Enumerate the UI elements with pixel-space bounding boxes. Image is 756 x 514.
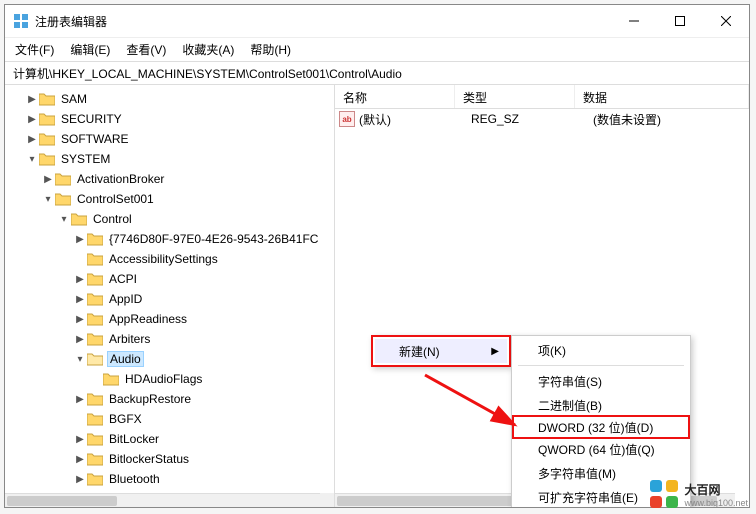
folder-icon: [39, 132, 55, 146]
scrollbar-thumb[interactable]: [7, 496, 117, 506]
menu-edit[interactable]: 编辑(E): [64, 39, 116, 60]
list-header: 名称 类型 数据: [335, 85, 749, 109]
column-header-type[interactable]: 类型: [455, 85, 575, 108]
scrollbar-corner: [320, 493, 334, 507]
address-text: 计算机\HKEY_LOCAL_MACHINE\SYSTEM\ControlSet…: [13, 65, 402, 82]
tree-panel[interactable]: ▶SAM ▶SECURITY ▶SOFTWARE ▾SYSTEM ▶Activa…: [5, 85, 335, 507]
ctx-new[interactable]: 新建(N) ▶: [375, 339, 507, 363]
context-menu-new: 新建(N) ▶: [371, 335, 511, 367]
chevron-right-icon[interactable]: ▶: [25, 134, 39, 145]
chevron-down-icon[interactable]: ▾: [41, 194, 55, 205]
menu-help[interactable]: 帮助(H): [244, 39, 297, 60]
tree-node-bitlockerstatus[interactable]: ▶BitlockerStatus: [5, 449, 334, 469]
ctx-new-string[interactable]: 字符串值(S): [514, 369, 688, 393]
chevron-right-icon[interactable]: ▶: [73, 334, 87, 345]
chevron-right-icon[interactable]: ▶: [41, 174, 55, 185]
folder-icon: [71, 212, 87, 226]
chevron-right-icon[interactable]: ▶: [73, 454, 87, 465]
value-type: REG_SZ: [471, 112, 593, 126]
chevron-down-icon[interactable]: ▾: [57, 214, 71, 225]
ctx-new-binary[interactable]: 二进制值(B): [514, 393, 688, 417]
folder-icon: [87, 472, 103, 486]
tree-node-bitlocker[interactable]: ▶BitLocker: [5, 429, 334, 449]
chevron-right-icon[interactable]: ▶: [73, 294, 87, 305]
tree-node-appid[interactable]: ▶AppID: [5, 289, 334, 309]
tree-node-acpi[interactable]: ▶ACPI: [5, 269, 334, 289]
folder-icon: [87, 232, 103, 246]
column-header-name[interactable]: 名称: [335, 85, 455, 108]
titlebar[interactable]: 注册表编辑器: [5, 5, 749, 37]
tree-node-appreadiness[interactable]: ▶AppReadiness: [5, 309, 334, 329]
folder-icon: [87, 332, 103, 346]
folder-icon: [87, 432, 103, 446]
folder-icon: [39, 152, 55, 166]
tree-node-sam[interactable]: ▶SAM: [5, 89, 334, 109]
chevron-right-icon: ▶: [491, 346, 499, 357]
tree-node-activationbroker[interactable]: ▶ActivationBroker: [5, 169, 334, 189]
folder-icon: [87, 312, 103, 326]
watermark-logo-icon: [650, 480, 678, 508]
watermark-text: 大百网: [684, 481, 748, 498]
address-bar[interactable]: 计算机\HKEY_LOCAL_MACHINE\SYSTEM\ControlSet…: [5, 61, 749, 85]
tree-node-hdaudioflags[interactable]: HDAudioFlags: [5, 369, 334, 389]
menu-file[interactable]: 文件(F): [9, 39, 60, 60]
folder-icon: [87, 392, 103, 406]
minimize-button[interactable]: [611, 5, 657, 37]
chevron-right-icon[interactable]: ▶: [73, 474, 87, 485]
ctx-new-qword[interactable]: QWORD (64 位)值(Q): [514, 437, 688, 461]
tree-node-control[interactable]: ▾Control: [5, 209, 334, 229]
watermark: 大百网 www.big100.net: [650, 480, 748, 508]
tree-scrollbar-horizontal[interactable]: [5, 493, 320, 507]
folder-icon: [103, 372, 119, 386]
chevron-right-icon[interactable]: ▶: [73, 434, 87, 445]
window-title: 注册表编辑器: [35, 13, 611, 30]
ctx-new-key[interactable]: 项(K): [514, 338, 688, 362]
tree-node-system[interactable]: ▾SYSTEM: [5, 149, 334, 169]
folder-icon: [39, 112, 55, 126]
chevron-right-icon[interactable]: ▶: [25, 94, 39, 105]
tree-node-software[interactable]: ▶SOFTWARE: [5, 129, 334, 149]
menu-separator: [518, 365, 684, 366]
folder-icon: [55, 172, 71, 186]
app-icon: [13, 13, 29, 29]
content-area: ▶SAM ▶SECURITY ▶SOFTWARE ▾SYSTEM ▶Activa…: [5, 85, 749, 507]
value-name: (默认): [359, 111, 471, 128]
watermark-url: www.big100.net: [684, 498, 748, 508]
tree-node-backuprestore[interactable]: ▶BackupRestore: [5, 389, 334, 409]
close-button[interactable]: [703, 5, 749, 37]
value-data: (数值未设置): [593, 111, 749, 128]
tree-node-controlset001[interactable]: ▾ControlSet001: [5, 189, 334, 209]
tree-node-guid[interactable]: ▶{7746D80F-97E0-4E26-9543-26B41FC: [5, 229, 334, 249]
column-header-data[interactable]: 数据: [575, 85, 749, 108]
menu-view[interactable]: 查看(V): [120, 39, 172, 60]
folder-icon: [87, 272, 103, 286]
string-value-icon: ab: [339, 111, 355, 127]
chevron-right-icon[interactable]: ▶: [25, 114, 39, 125]
folder-icon: [39, 92, 55, 106]
folder-icon: [87, 252, 103, 266]
ctx-new-dword[interactable]: DWORD (32 位)值(D): [512, 415, 690, 439]
tree-node-bgfx[interactable]: BGFX: [5, 409, 334, 429]
tree-node-security[interactable]: ▶SECURITY: [5, 109, 334, 129]
folder-icon: [55, 192, 71, 206]
maximize-button[interactable]: [657, 5, 703, 37]
menubar: 文件(F) 编辑(E) 查看(V) 收藏夹(A) 帮助(H): [5, 37, 749, 61]
chevron-down-icon[interactable]: ▾: [25, 154, 39, 165]
tree-node-accessibility[interactable]: AccessibilitySettings: [5, 249, 334, 269]
folder-open-icon: [87, 352, 103, 366]
folder-icon: [87, 292, 103, 306]
folder-icon: [87, 412, 103, 426]
registry-editor-window: 注册表编辑器 文件(F) 编辑(E) 查看(V) 收藏夹(A) 帮助(H) 计算…: [4, 4, 750, 508]
chevron-right-icon[interactable]: ▶: [73, 274, 87, 285]
chevron-right-icon[interactable]: ▶: [73, 394, 87, 405]
value-row-default[interactable]: ab (默认) REG_SZ (数值未设置): [335, 109, 749, 129]
tree-node-arbiters[interactable]: ▶Arbiters: [5, 329, 334, 349]
folder-icon: [87, 452, 103, 466]
chevron-down-icon[interactable]: ▾: [73, 354, 87, 365]
chevron-right-icon[interactable]: ▶: [73, 314, 87, 325]
chevron-right-icon[interactable]: ▶: [73, 234, 87, 245]
menu-favorites[interactable]: 收藏夹(A): [176, 39, 240, 60]
tree-node-audio[interactable]: ▾Audio: [5, 349, 334, 369]
tree-node-bluetooth[interactable]: ▶Bluetooth: [5, 469, 334, 489]
